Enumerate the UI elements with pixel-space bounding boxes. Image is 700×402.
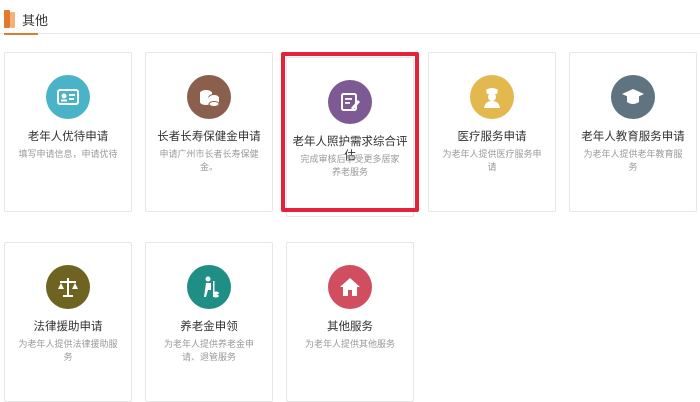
card-title: 老年人教育服务申请 [581, 129, 685, 143]
card-desc: 为老年人提供老年教育服务 [583, 150, 683, 173]
nurse-icon [470, 75, 514, 119]
edit-document-icon [328, 80, 372, 124]
card-title: 医疗服务申请 [457, 129, 527, 143]
card-medical-service[interactable]: 医疗服务申请 为老年人提供医疗服务申请 [428, 52, 556, 212]
card-desc: 填写申请信息，申请优待 [18, 150, 118, 160]
card-pension[interactable]: 养老金申领 为老年人提供养老金申请、退管服务 [145, 242, 273, 402]
book-icon [4, 10, 16, 28]
card-title: 法律援助申请 [33, 319, 103, 333]
section-header: 其他 [0, 0, 700, 35]
card-legal-aid[interactable]: 法律援助申请 为老年人提供法律援助服务 [4, 242, 132, 402]
card-desc: 申请广州市长者长寿保健金。 [159, 150, 259, 173]
card-desc: 为老年人提供医疗服务申请 [442, 150, 542, 173]
card-care-assessment[interactable]: 老年人照护需求综合评估 完成审核后享受更多居家养老服务 [286, 57, 414, 217]
card-desc: 为老年人提供法律援助服务 [18, 340, 118, 363]
scales-icon [46, 265, 90, 309]
card-desc: 为老年人提供养老金申请、退管服务 [163, 340, 254, 363]
card-title: 长者长寿保健金申请 [157, 129, 261, 143]
card-title: 其他服务 [327, 319, 373, 333]
section-title: 其他 [22, 14, 49, 29]
card-elderly-preferential[interactable]: 老年人优待申请 填写申请信息，申请优待 [4, 52, 132, 212]
graduation-cap-icon [611, 75, 655, 119]
card-title: 养老金申领 [180, 319, 238, 333]
id-card-icon [46, 75, 90, 119]
section-underline [4, 33, 38, 35]
card-longevity-fund[interactable]: 长者长寿保健金申请 申请广州市长者长寿保健金。 [145, 52, 273, 212]
card-desc: 完成审核后享受更多居家养老服务 [300, 155, 400, 178]
pension-icon [187, 265, 231, 309]
coins-icon [187, 75, 231, 119]
card-title: 老年人优待申请 [27, 129, 109, 143]
home-icon [328, 265, 372, 309]
card-education-service[interactable]: 老年人教育服务申请 为老年人提供老年教育服务 [569, 52, 697, 212]
card-desc: 为老年人提供其他服务 [304, 340, 395, 350]
card-other-services[interactable]: 其他服务 为老年人提供其他服务 [286, 242, 414, 402]
